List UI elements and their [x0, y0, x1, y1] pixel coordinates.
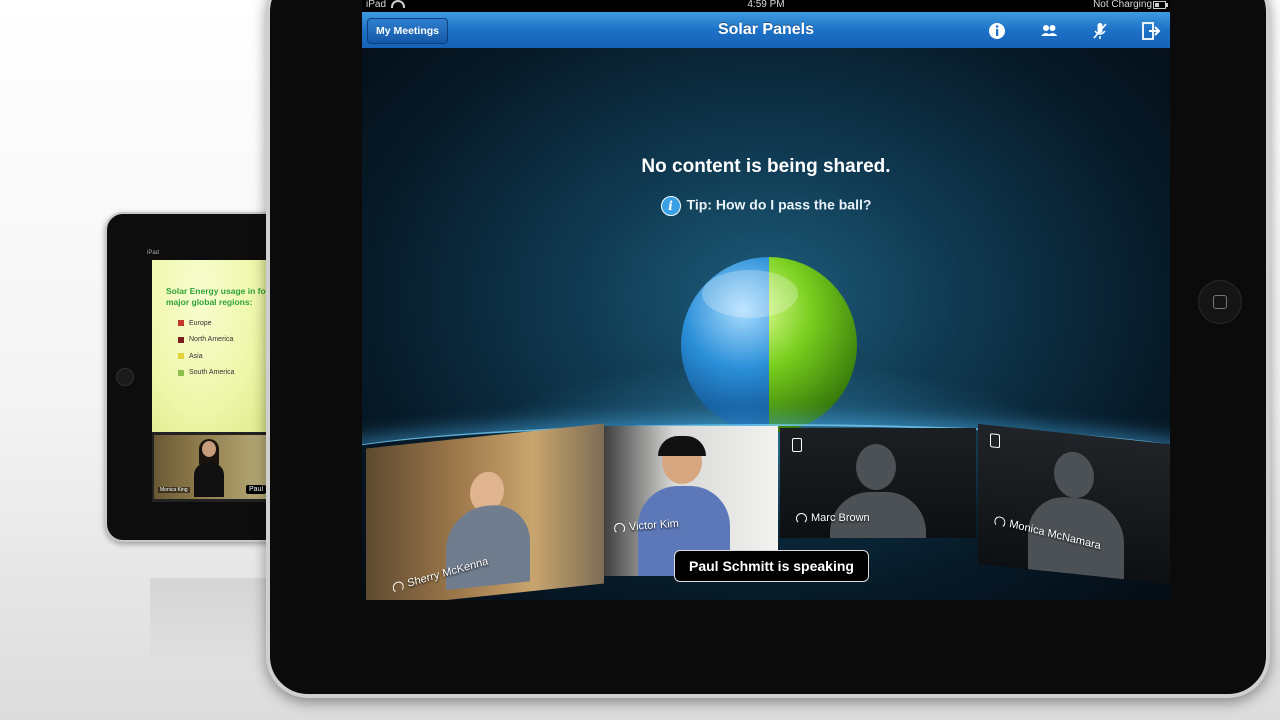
- status-charge: Not Charging: [1093, 0, 1152, 10]
- thumb-speaker-label: Paul: [246, 485, 267, 494]
- reflection: [150, 578, 270, 668]
- legend-item: Asia: [178, 348, 235, 365]
- legend-label: Asia: [189, 352, 203, 360]
- participant-video: [194, 439, 224, 497]
- avatar-silhouette: [856, 444, 896, 490]
- participant-tile[interactable]: Sherry McKenna: [366, 423, 604, 600]
- phone-icon: [792, 438, 802, 452]
- shared-slide: Solar Energy usage in four major global …: [152, 260, 272, 432]
- phone-icon: [990, 433, 1000, 449]
- slide-legend: Europe North America Asia South America: [178, 315, 235, 381]
- legend-item: North America: [178, 332, 235, 349]
- info-icon[interactable]: [986, 20, 1008, 42]
- participant-tile[interactable]: Marc Brown: [780, 428, 976, 538]
- status-time: 4:59 PM: [747, 0, 785, 10]
- my-meetings-button[interactable]: My Meetings: [367, 18, 449, 44]
- participant-tile[interactable]: Monica McNamara: [978, 423, 1170, 585]
- avatar-silhouette: [1054, 449, 1094, 501]
- headset-icon: [613, 522, 626, 534]
- participants-icon[interactable]: [1038, 20, 1060, 42]
- nav-bar: My Meetings Solar Panels: [362, 12, 1170, 49]
- speaking-banner: Paul Schmitt is speaking: [674, 550, 869, 582]
- small-status-label: iPad: [147, 250, 160, 256]
- headset-icon: [796, 512, 807, 524]
- legend-label: North America: [189, 336, 234, 344]
- slide-title: Solar Energy usage in four major global …: [166, 286, 272, 307]
- home-button-icon: [116, 368, 134, 386]
- legend-label: Europe: [189, 319, 212, 327]
- no-content-message: No content is being shared.: [641, 156, 891, 177]
- home-square-icon: [1213, 295, 1227, 309]
- legend-label: South America: [189, 369, 235, 377]
- legend-swatch: [178, 336, 184, 343]
- participant-name: Marc Brown: [796, 512, 870, 524]
- tip-text: Tip: How do I pass the ball?: [686, 196, 872, 213]
- legend-item: South America: [178, 365, 235, 382]
- battery-icon: [1153, 1, 1168, 9]
- headset-icon: [391, 579, 405, 594]
- legend-swatch: [178, 320, 184, 327]
- status-bar: iPad 4:59 PM Not Charging: [362, 0, 1170, 12]
- video-thumbnail[interactable]: Monica King Paul: [154, 435, 268, 499]
- legend-swatch: [178, 353, 184, 360]
- participant-video: [446, 501, 530, 591]
- leave-meeting-icon[interactable]: [1140, 20, 1162, 42]
- thumb-name-label: Monica King: [158, 487, 190, 493]
- legend-swatch: [178, 369, 184, 376]
- meeting-stage: No content is being shared. i Tip: How do…: [362, 48, 1170, 600]
- pass-ball-icon[interactable]: [680, 256, 858, 434]
- tip-link[interactable]: i Tip: How do I pass the ball?: [362, 196, 1170, 216]
- legend-item: Europe: [178, 315, 235, 332]
- small-ipad-screen: Solar Energy usage in four major global …: [152, 260, 272, 502]
- headset-icon: [993, 514, 1007, 529]
- home-button[interactable]: [1198, 280, 1242, 324]
- info-icon: i: [660, 196, 681, 216]
- participant-video: [658, 436, 706, 456]
- mute-mic-icon[interactable]: [1089, 20, 1111, 42]
